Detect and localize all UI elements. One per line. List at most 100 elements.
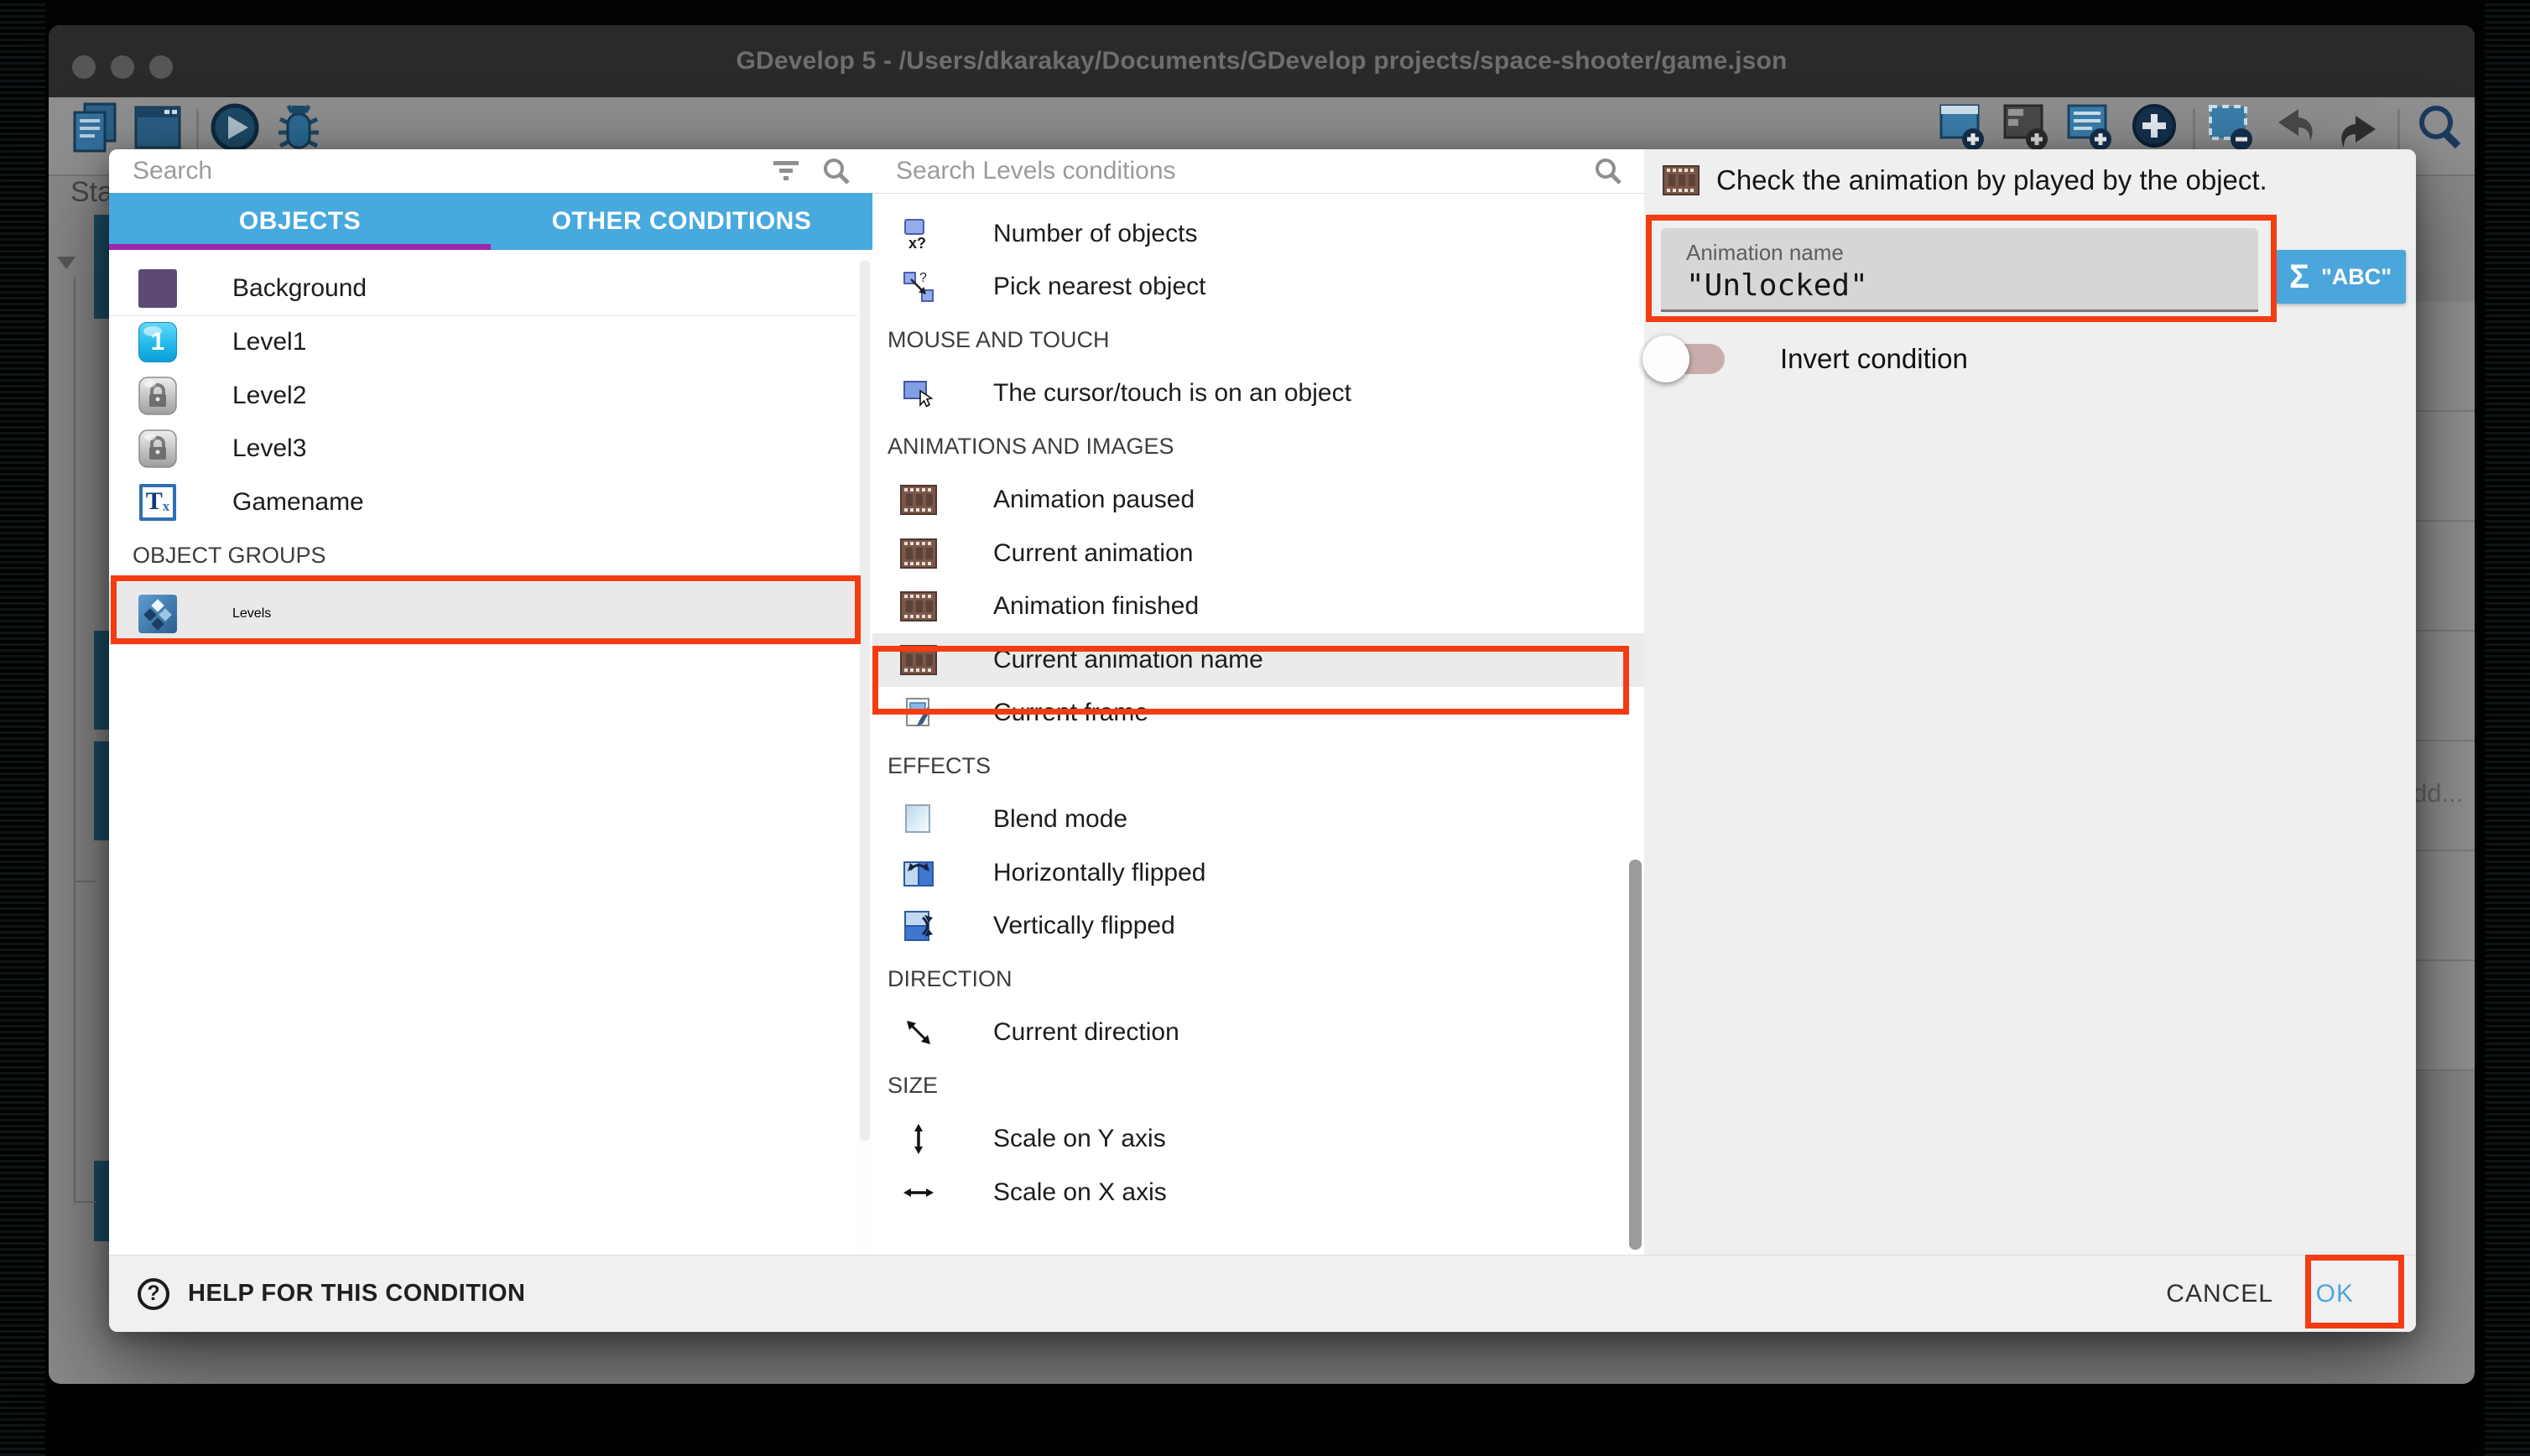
object-groups-header: OBJECT GROUPS xyxy=(109,529,857,583)
locked-level-icon xyxy=(138,429,177,468)
event-block xyxy=(94,741,109,840)
project-manager-icon[interactable] xyxy=(70,101,120,156)
condition-row-blend-mode[interactable]: Blend mode xyxy=(872,793,1644,847)
filter-icon[interactable] xyxy=(772,159,800,184)
objects-search-input[interactable] xyxy=(109,157,772,185)
group-row-levels[interactable]: Levels xyxy=(109,582,857,645)
scale-y-icon xyxy=(899,1122,938,1156)
condition-row-pick-nearest-object[interactable]: ? Pick nearest object xyxy=(872,261,1644,315)
add-object-icon[interactable] xyxy=(1938,101,1988,156)
add-comment-icon[interactable] xyxy=(2065,101,2116,156)
condition-row-current-direction[interactable]: Current direction xyxy=(872,1006,1644,1060)
current-frame-icon xyxy=(899,696,938,730)
condition-row-vertically-flipped[interactable]: Vertically flipped xyxy=(872,900,1644,954)
object-row-background[interactable]: Background xyxy=(109,262,857,315)
sigma-icon: Σ xyxy=(2289,260,2309,294)
invert-condition-label: Invert condition xyxy=(1780,343,1968,375)
desktop-edge-texture xyxy=(0,0,45,1456)
film-icon xyxy=(899,485,938,515)
search-icon xyxy=(1594,157,1622,185)
animation-name-field[interactable]: Animation name "Unlocked" xyxy=(1661,228,2258,312)
debug-icon[interactable] xyxy=(273,101,324,156)
event-tree-line xyxy=(74,277,75,1204)
dialog-footer: ? HELP FOR THIS CONDITION CANCEL OK xyxy=(109,1255,2416,1332)
event-block xyxy=(94,1161,109,1241)
vertical-flip-icon xyxy=(899,909,938,943)
desktop-edge-texture xyxy=(2485,0,2530,1456)
condition-row-number-of-objects[interactable]: x? Number of objects xyxy=(872,207,1644,261)
left-panel-tabs: OBJECTS OTHER CONDITIONS xyxy=(109,193,872,250)
collapse-triangle-icon xyxy=(57,257,75,269)
play-icon[interactable] xyxy=(210,101,260,156)
event-block xyxy=(94,631,109,730)
object-row-gamename[interactable]: Tx Gamename xyxy=(109,476,857,529)
conditions-search-bar xyxy=(872,149,1644,194)
help-icon: ? xyxy=(138,1278,169,1310)
film-icon xyxy=(899,591,938,621)
locked-level-icon xyxy=(138,377,177,415)
minimize-window-button[interactable] xyxy=(111,55,134,79)
objects-list: Background 1 Level1 Level2 Level3 Tx Gam… xyxy=(109,250,857,1256)
event-tree-tick xyxy=(74,881,96,882)
condition-section-header: DIRECTION xyxy=(872,953,1644,1006)
object-row-level2[interactable]: Level2 xyxy=(109,369,857,423)
cancel-button[interactable]: CANCEL xyxy=(2149,1256,2290,1332)
conditions-list-scrollbar[interactable] xyxy=(1629,149,1642,1256)
condition-row-scale-y[interactable]: Scale on Y axis xyxy=(872,1113,1644,1167)
search-toolbar-icon[interactable] xyxy=(2414,101,2465,156)
condition-row-current-animation-name[interactable]: Current animation name xyxy=(872,633,1644,687)
level1-object-icon: 1 xyxy=(138,323,177,361)
background-object-icon xyxy=(138,269,177,308)
help-for-this-condition-link[interactable]: ? HELP FOR THIS CONDITION xyxy=(138,1256,525,1332)
event-block xyxy=(94,215,109,319)
text-object-icon: Tx xyxy=(138,483,177,522)
objects-list-scrollbar[interactable] xyxy=(857,250,872,1256)
blend-mode-icon xyxy=(899,803,938,836)
zoom-window-button[interactable] xyxy=(149,55,173,79)
condition-row-animation-finished[interactable]: Animation finished xyxy=(872,580,1644,634)
scrollbar-thumb[interactable] xyxy=(1629,860,1642,1250)
tab-objects[interactable]: OBJECTS xyxy=(109,193,491,250)
background-scene-tab-label: Sta xyxy=(70,176,113,209)
add-event-icon[interactable] xyxy=(2129,101,2179,156)
condition-row-animation-paused[interactable]: Animation paused xyxy=(872,474,1644,528)
condition-parameters-panel: Check the animation by played by the obj… xyxy=(1644,149,2416,1256)
tab-other-conditions[interactable]: OTHER CONDITIONS xyxy=(491,193,872,250)
close-window-button[interactable] xyxy=(72,55,96,79)
svg-text:?: ? xyxy=(919,271,927,285)
expression-editor-button[interactable]: Σ "ABC" xyxy=(2275,250,2406,304)
number-of-objects-icon: x? xyxy=(899,217,938,251)
object-group-icon xyxy=(138,595,177,633)
add-group-icon[interactable] xyxy=(2002,101,2052,156)
undo-icon[interactable] xyxy=(2270,101,2320,156)
objects-search-bar xyxy=(109,149,873,194)
toggle-knob xyxy=(1642,335,1689,382)
object-row-level3[interactable]: Level3 xyxy=(109,423,857,476)
search-icon xyxy=(822,157,851,185)
cursor-on-object-icon xyxy=(899,377,938,410)
condition-row-scale-x[interactable]: Scale on X axis xyxy=(872,1166,1644,1219)
current-direction-icon xyxy=(899,1016,938,1049)
svg-text:x?: x? xyxy=(908,235,926,251)
condition-row-current-frame[interactable]: Current frame xyxy=(872,687,1644,741)
condition-row-horizontally-flipped[interactable]: Horizontally flipped xyxy=(872,846,1644,900)
redo-icon[interactable] xyxy=(2334,101,2384,156)
scale-x-icon xyxy=(899,1176,938,1209)
invert-condition-toggle[interactable] xyxy=(1651,344,1725,374)
pick-nearest-object-icon: ? xyxy=(899,270,938,304)
window-controls xyxy=(72,55,173,79)
titlebar: GDevelop 5 - /Users/dkarakay/Documents/G… xyxy=(49,25,2475,97)
window-title: GDevelop 5 - /Users/dkarakay/Documents/G… xyxy=(736,47,1787,75)
object-row-level1[interactable]: 1 Level1 xyxy=(109,316,857,370)
field-value: "Unlocked" xyxy=(1686,268,1868,303)
scene-editor-icon[interactable] xyxy=(133,101,183,156)
condition-row-current-animation[interactable]: Current animation xyxy=(872,527,1644,580)
condition-row-cursor-on-object[interactable]: The cursor/touch is on an object xyxy=(872,367,1644,421)
film-icon xyxy=(899,538,938,569)
ok-button[interactable]: OK xyxy=(2299,1256,2371,1332)
film-icon xyxy=(899,645,938,675)
conditions-search-input[interactable] xyxy=(872,157,1594,185)
condition-title: Check the animation by played by the obj… xyxy=(1716,164,2267,196)
remove-selection-icon[interactable] xyxy=(2206,101,2257,156)
condition-section-header: EFFECTS xyxy=(872,740,1644,793)
